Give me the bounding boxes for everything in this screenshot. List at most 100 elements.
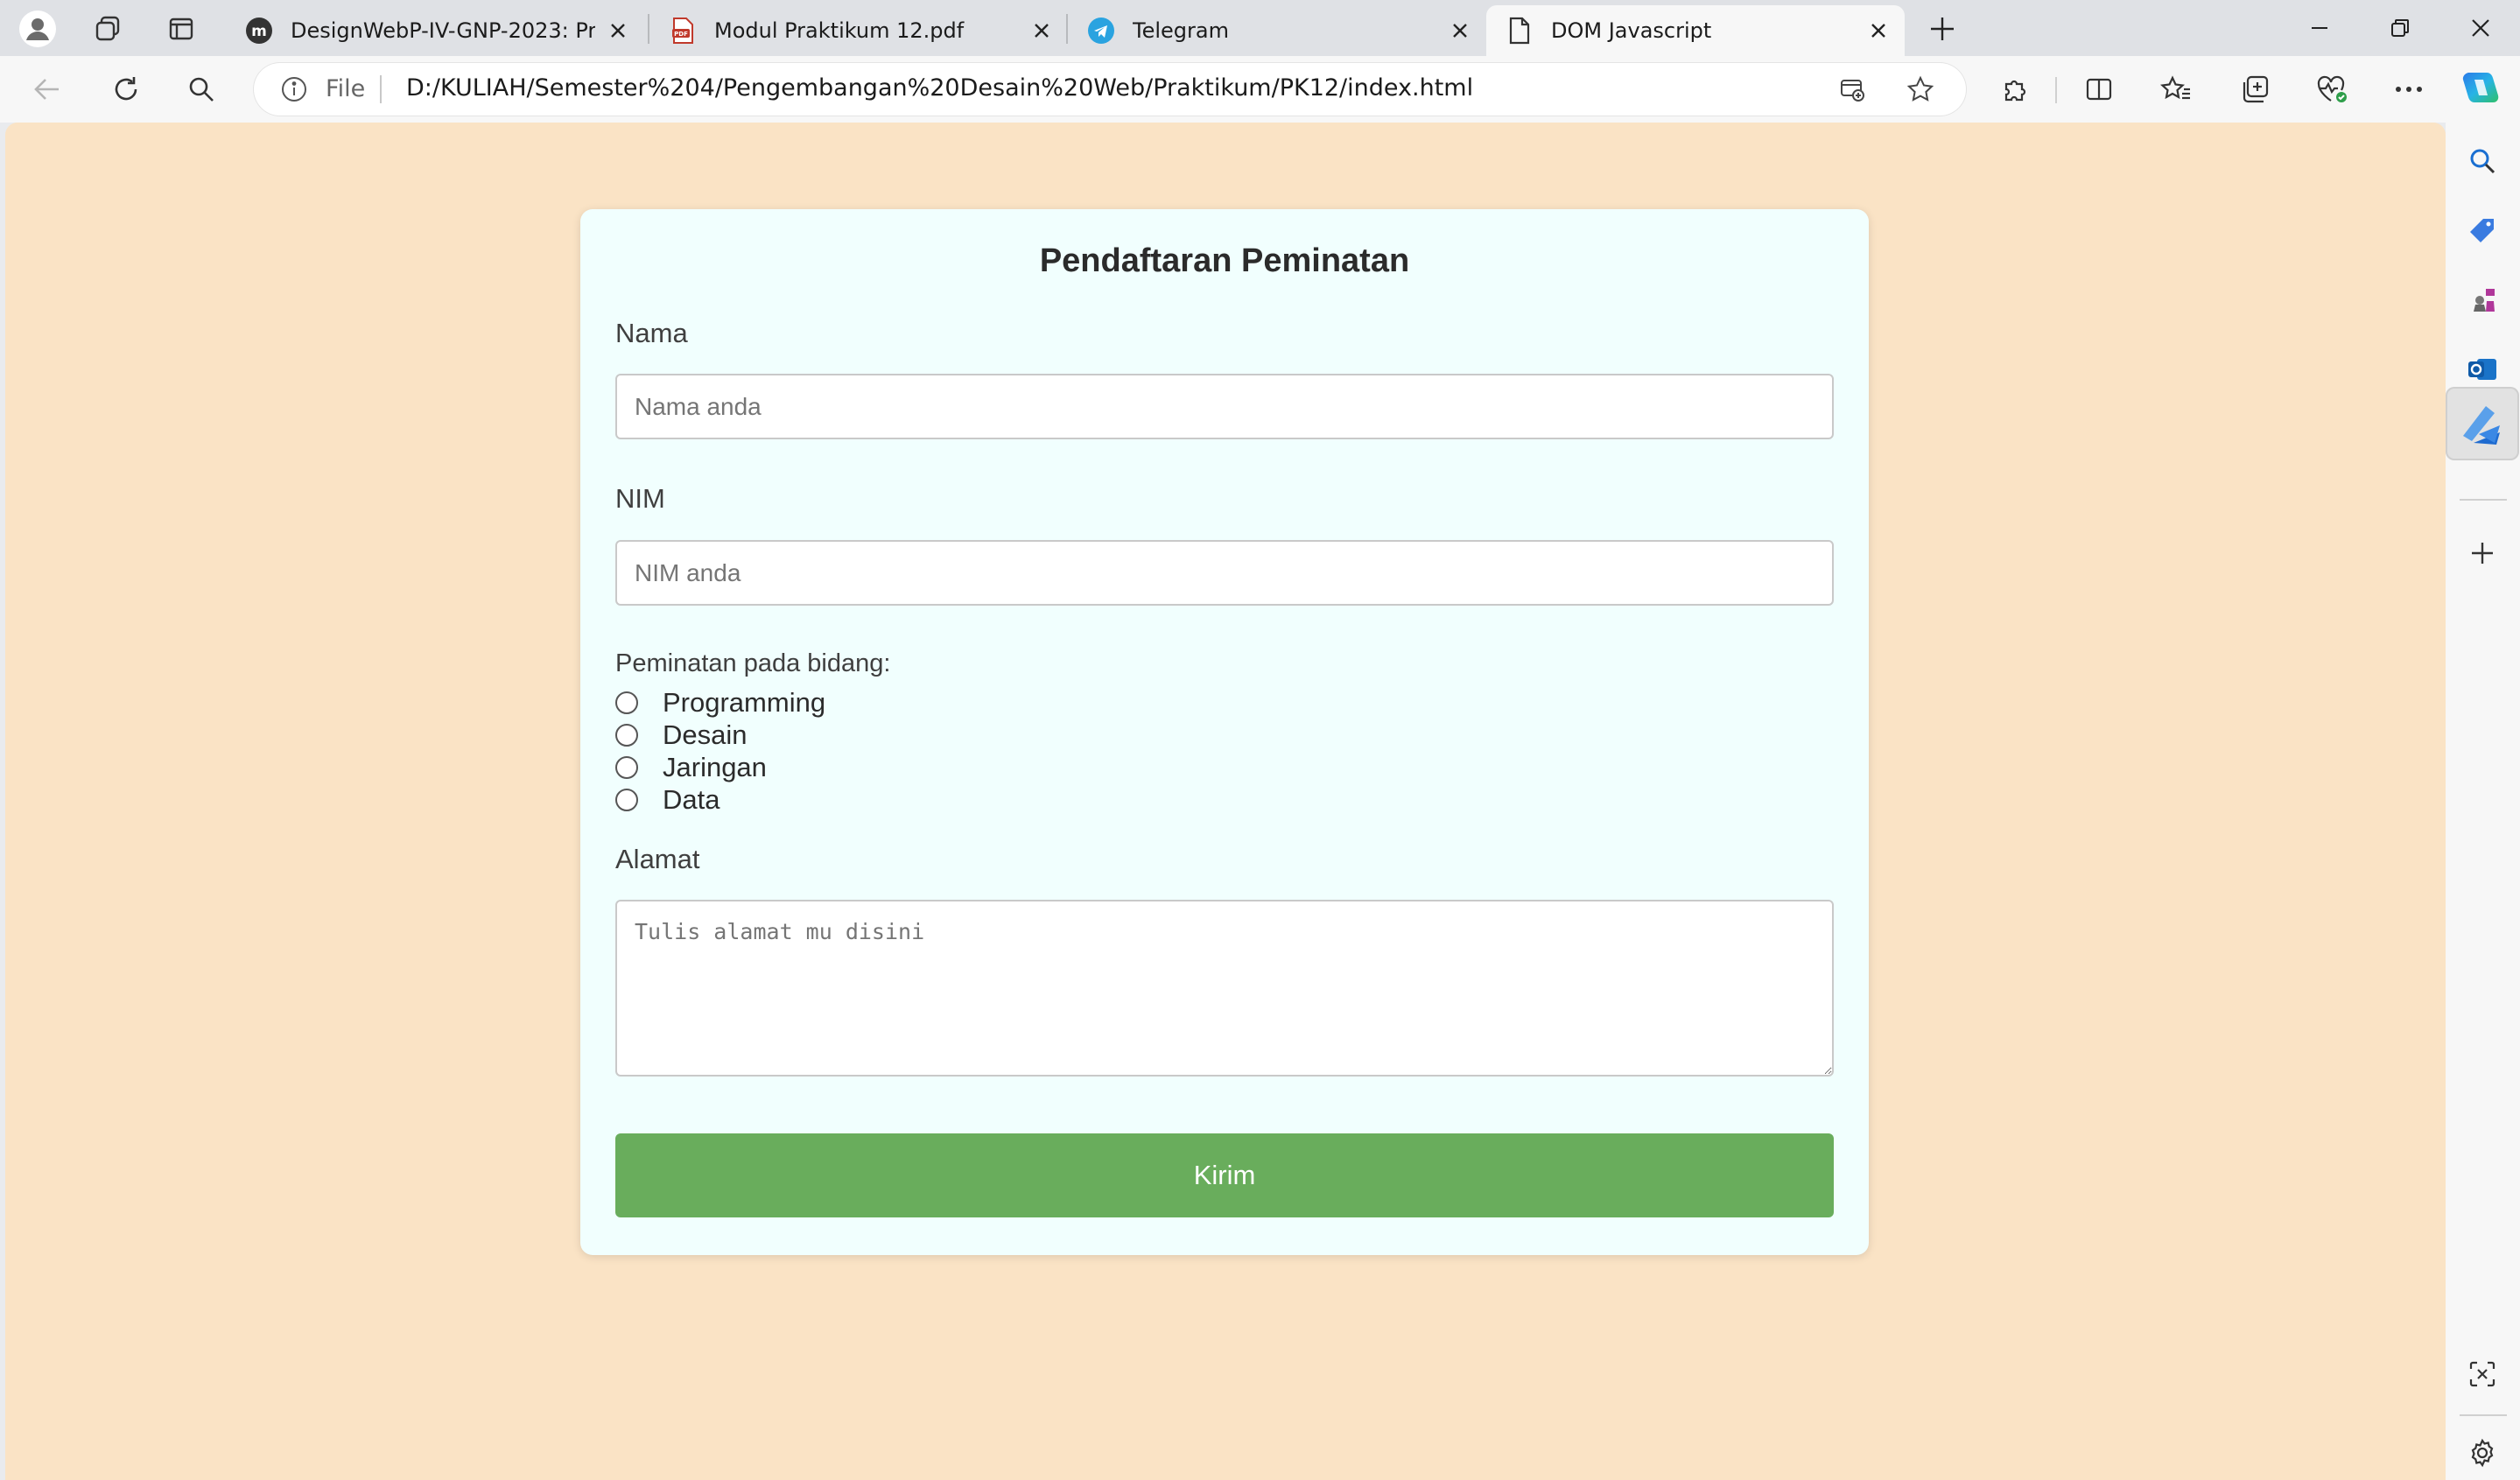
- app-install-icon: [1841, 80, 1864, 102]
- tab-actions-button[interactable]: [161, 9, 201, 49]
- form-title: Pendaftaran Peminatan: [1039, 242, 1410, 279]
- page-viewport: Pendaftaran Peminatan Nama NIM Peminatan…: [5, 123, 2446, 1480]
- radio-button[interactable]: [615, 723, 638, 747]
- split-screen-icon: [2086, 78, 2112, 101]
- radio-option-programming[interactable]: Programming: [615, 686, 825, 719]
- back-button[interactable]: [26, 68, 68, 110]
- plus-icon: [1931, 18, 1954, 40]
- close-icon[interactable]: [604, 17, 632, 45]
- nim-label: NIM: [615, 483, 665, 514]
- radio-label: Jaringan: [663, 751, 767, 782]
- minimize-button[interactable]: [2288, 7, 2351, 49]
- tab-pdf[interactable]: PDF Modul Praktikum 12.pdf: [649, 5, 1068, 56]
- minimize-icon: [2312, 27, 2327, 29]
- sidebar-divider: [2460, 499, 2507, 501]
- search-icon: [2470, 149, 2495, 174]
- radio-button[interactable]: [615, 788, 638, 811]
- toolbar-divider: [2055, 77, 2057, 103]
- workspaces-icon: [95, 16, 120, 41]
- radio-label: Desain: [663, 719, 748, 750]
- sidebar-screenshot-button[interactable]: [2456, 1348, 2509, 1400]
- puzzle-icon: [2004, 80, 2026, 102]
- screenshot-icon: [2469, 1361, 2495, 1387]
- nim-input[interactable]: [615, 540, 1834, 606]
- tab-title: Telegram: [1133, 18, 1229, 43]
- close-icon[interactable]: [1446, 17, 1474, 45]
- restore-button[interactable]: [2369, 7, 2432, 49]
- profile-icon: [19, 11, 56, 47]
- nama-input[interactable]: [615, 374, 1834, 439]
- registration-form-card: Pendaftaran Peminatan Nama NIM Peminatan…: [580, 209, 1869, 1255]
- refresh-icon: [115, 77, 137, 101]
- price-tag-icon: [2470, 219, 2494, 242]
- heart-pulse-icon: [2317, 75, 2347, 102]
- tab-telegram[interactable]: Telegram: [1068, 5, 1486, 56]
- star-icon: [1906, 75, 1934, 102]
- radio-option-desain[interactable]: Desain: [615, 719, 748, 751]
- sidebar-add-button[interactable]: [2456, 527, 2509, 579]
- collections-button[interactable]: [2234, 68, 2276, 110]
- info-icon[interactable]: [280, 75, 308, 103]
- tab-title: DesignWebP-IV-GNP-2023: Praktikum: [291, 18, 595, 43]
- scheme-label: File: [326, 75, 366, 102]
- outlook-icon: [2468, 359, 2496, 380]
- more-menu-button[interactable]: [2388, 68, 2430, 110]
- restore-icon: [2391, 19, 2409, 37]
- split-screen-button[interactable]: [2078, 68, 2120, 110]
- sidebar-shopping-button[interactable]: [2456, 205, 2509, 257]
- sidebar-divider: [2460, 1414, 2507, 1416]
- alamat-label: Alamat: [615, 844, 700, 874]
- tab-moodle[interactable]: m DesignWebP-IV-GNP-2023: Praktikum: [226, 5, 644, 56]
- tab-title: DOM Javascript: [1551, 18, 1712, 43]
- gear-icon: [2471, 1438, 2494, 1468]
- drop-icon: [2463, 406, 2500, 445]
- close-icon: [2472, 19, 2489, 37]
- close-icon[interactable]: [1028, 17, 1056, 45]
- browser-toolbar: File D:/KULIAH/Semester%204/Pengembangan…: [0, 56, 2520, 123]
- favorites-button[interactable]: [2155, 68, 2197, 110]
- radio-button[interactable]: [615, 691, 638, 714]
- tab-strip: m DesignWebP-IV-GNP-2023: Praktikum PDF …: [0, 0, 2520, 56]
- radio-label: Data: [663, 783, 720, 815]
- browser-essentials-button[interactable]: [2311, 68, 2353, 110]
- copilot-icon: [2462, 73, 2499, 102]
- plus-icon: [2472, 543, 2493, 564]
- search-button[interactable]: [180, 68, 222, 110]
- tab-dom-javascript[interactable]: DOM Javascript: [1486, 5, 1905, 56]
- alamat-textarea[interactable]: [615, 900, 1834, 1077]
- tab-title: Modul Praktikum 12.pdf: [714, 18, 965, 43]
- window-close-button[interactable]: [2449, 7, 2512, 49]
- radio-option-jaringan[interactable]: Jaringan: [615, 751, 767, 783]
- edge-sidebar: [2446, 123, 2520, 1480]
- new-tab-button[interactable]: [1922, 9, 1962, 49]
- sidebar-games-button[interactable]: [2456, 273, 2509, 326]
- svg-text:m: m: [251, 23, 267, 40]
- sidebar-search-button[interactable]: [2456, 135, 2509, 187]
- refresh-button[interactable]: [105, 68, 147, 110]
- radio-label: Programming: [663, 686, 826, 718]
- copilot-button[interactable]: [2460, 68, 2502, 110]
- app-available-button[interactable]: [1836, 74, 1868, 105]
- favorites-icon: [2160, 75, 2190, 100]
- workspaces-button[interactable]: [88, 9, 128, 49]
- address-bar[interactable]: File D:/KULIAH/Semester%204/Pengembangan…: [254, 63, 1966, 116]
- kirim-button[interactable]: Kirim: [615, 1133, 1834, 1217]
- svg-text:PDF: PDF: [674, 31, 688, 38]
- sidebar-drop-button[interactable]: [2446, 387, 2519, 460]
- telegram-icon: [1087, 17, 1115, 45]
- extensions-button[interactable]: [1994, 68, 2036, 110]
- tab-actions-icon: [169, 18, 193, 40]
- radio-button[interactable]: [615, 755, 638, 779]
- close-icon[interactable]: [1864, 17, 1892, 45]
- search-icon: [189, 77, 214, 102]
- back-arrow-icon: [34, 79, 59, 100]
- url-text[interactable]: D:/KULIAH/Semester%204/Pengembangan%20De…: [406, 74, 1473, 102]
- radio-option-data[interactable]: Data: [615, 783, 719, 816]
- peminatan-label: Peminatan pada bidang:: [615, 649, 891, 677]
- favorite-button[interactable]: [1905, 74, 1936, 105]
- nama-label: Nama: [615, 318, 688, 348]
- chess-icon: [2474, 289, 2495, 312]
- sidebar-settings-button[interactable]: [2456, 1427, 2509, 1479]
- profile-button[interactable]: [18, 9, 58, 49]
- moodle-icon: m: [245, 17, 273, 45]
